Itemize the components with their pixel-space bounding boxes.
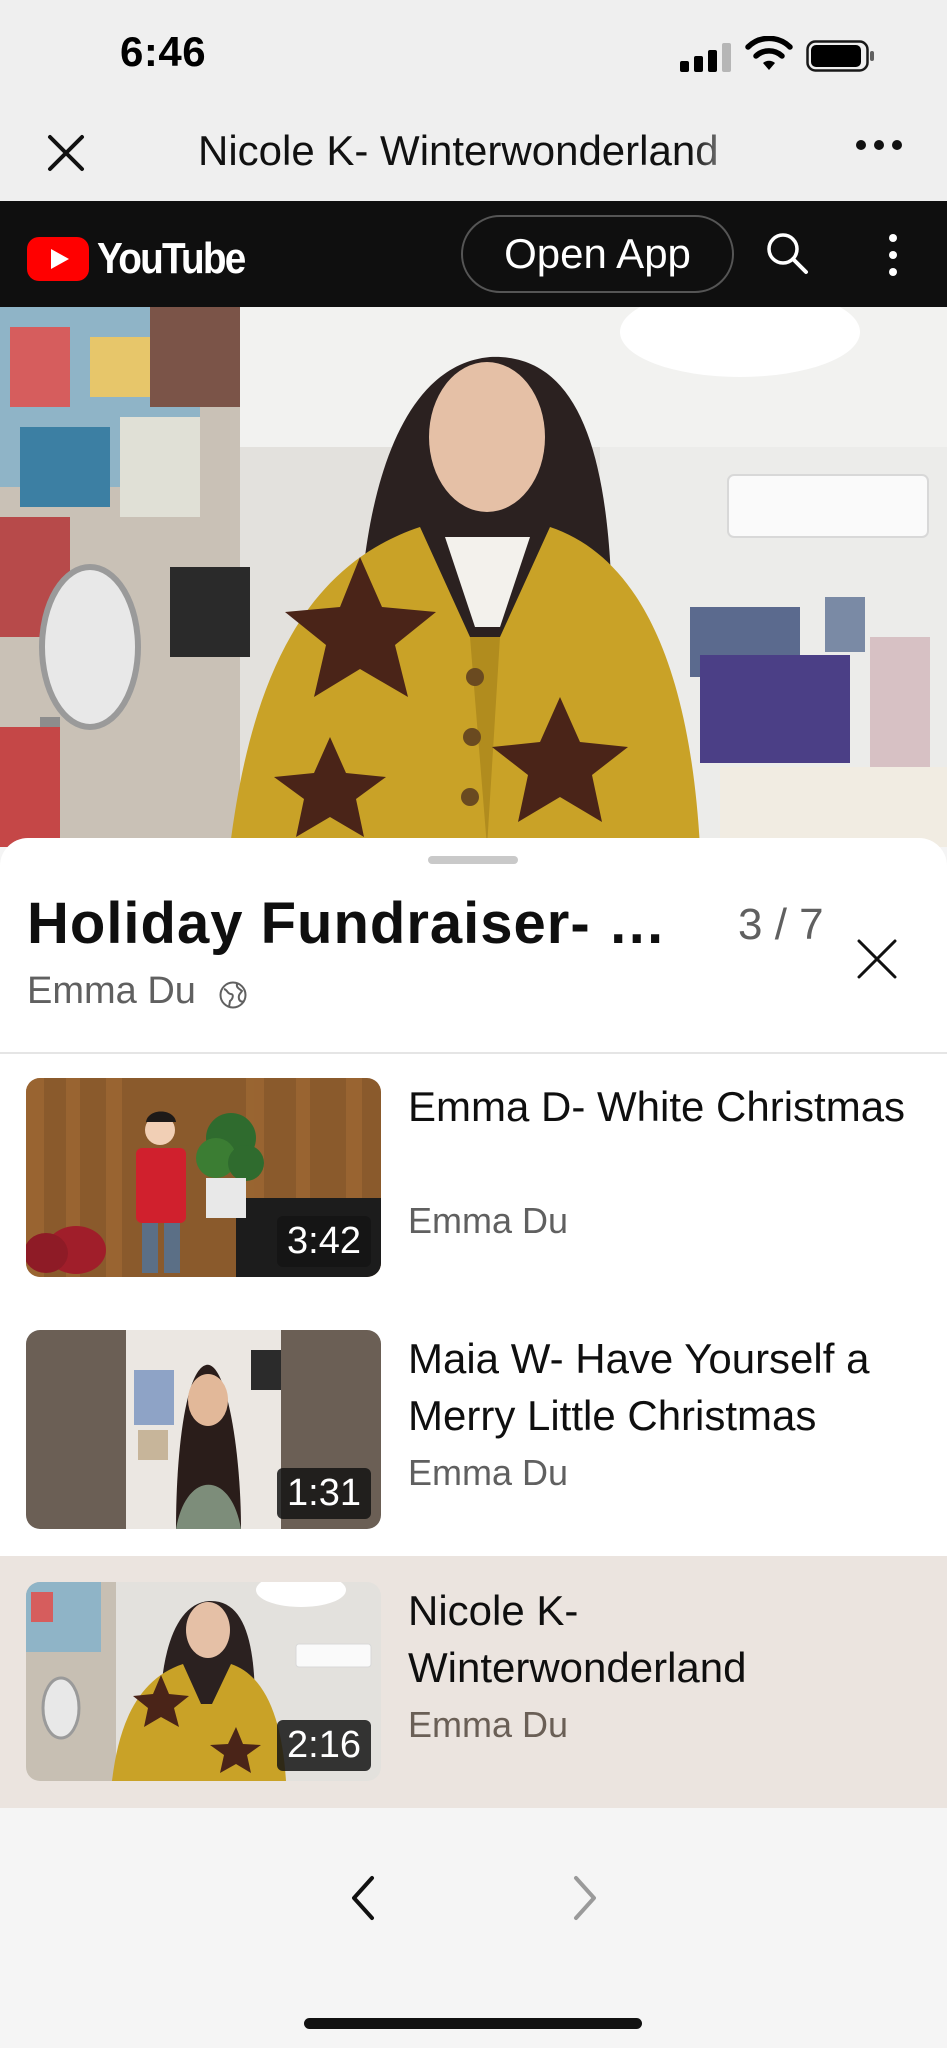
- video-channel: Emma Du: [408, 1452, 569, 1493]
- video-title[interactable]: Emma D- White Christmas: [408, 1078, 928, 1135]
- kebab-menu-icon[interactable]: [889, 234, 897, 276]
- video-channel: Emma Du: [408, 1200, 569, 1241]
- playlist-item[interactable]: 3:42 Emma D- White Christmas Emma Du: [0, 1052, 947, 1304]
- youtube-logo-text: YouTube: [97, 234, 246, 283]
- video-title[interactable]: Nicole K- Winterwonderland: [408, 1582, 928, 1696]
- youtube-play-icon: [27, 237, 89, 281]
- cellular-signal-icon: [680, 42, 731, 72]
- browser-header: Nicole K- Winterwonderland: [0, 105, 947, 201]
- chevron-right-icon[interactable]: [568, 1868, 604, 1928]
- video-channel: Emma Du: [408, 1704, 569, 1745]
- video-thumbnail[interactable]: 3:42: [26, 1078, 381, 1277]
- playlist-position: 3 / 7: [738, 900, 824, 949]
- chevron-left-icon[interactable]: [344, 1868, 380, 1928]
- video-frame: [0, 307, 947, 847]
- open-app-button[interactable]: Open App: [461, 215, 734, 293]
- globe-icon: [219, 981, 247, 1009]
- status-bar: 6:46: [0, 0, 947, 105]
- youtube-logo[interactable]: YouTube: [27, 234, 265, 284]
- playlist-panel: Holiday Fundraiser- … 3 / 7 Emma Du 3:42…: [0, 838, 947, 1808]
- status-time: 6:46: [120, 28, 207, 75]
- more-icon[interactable]: [856, 140, 902, 150]
- playlist-item-active[interactable]: 2:16 Nicole K- Winterwonderland Emma Du: [0, 1556, 947, 1808]
- playlist-owner[interactable]: Emma Du: [27, 970, 196, 1013]
- video-duration: 3:42: [277, 1216, 371, 1267]
- search-icon[interactable]: [764, 230, 810, 276]
- wifi-icon: [745, 36, 793, 70]
- video-player[interactable]: [0, 307, 947, 847]
- close-playlist-icon[interactable]: [856, 938, 898, 980]
- video-thumbnail[interactable]: 2:16: [26, 1582, 381, 1781]
- battery-icon: [806, 40, 874, 72]
- browser-toolbar: [0, 1808, 947, 2048]
- close-icon[interactable]: [44, 131, 88, 175]
- drag-handle[interactable]: [428, 856, 518, 864]
- playlist-title[interactable]: Holiday Fundraiser- …: [27, 890, 697, 957]
- video-title[interactable]: Maia W- Have Yourself a Merry Little Chr…: [408, 1330, 928, 1444]
- playlist-item[interactable]: 1:31 Maia W- Have Yourself a Merry Littl…: [0, 1304, 947, 1556]
- video-thumbnail[interactable]: 1:31: [26, 1330, 381, 1529]
- video-duration: 2:16: [277, 1720, 371, 1771]
- home-indicator[interactable]: [304, 2018, 642, 2029]
- page-title: Nicole K- Winterwonderland: [198, 127, 719, 174]
- video-duration: 1:31: [277, 1468, 371, 1519]
